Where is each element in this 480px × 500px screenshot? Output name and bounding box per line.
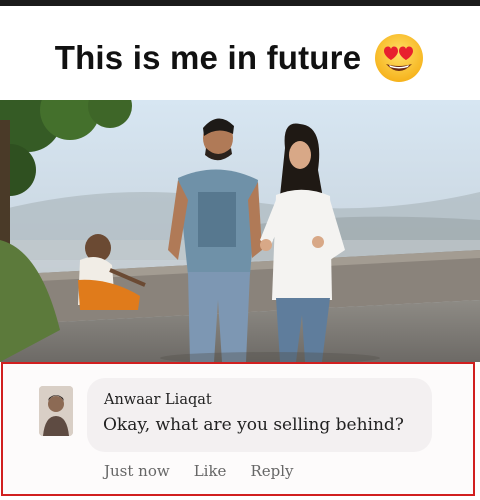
comment-timestamp: Just now bbox=[104, 462, 170, 480]
like-button[interactable]: Like bbox=[194, 462, 227, 480]
post-caption-row: This is me in future bbox=[0, 30, 480, 86]
comment-card: Anwaar Liaqat Okay, what are you selling… bbox=[1, 362, 475, 496]
post-photo[interactable] bbox=[0, 100, 480, 362]
comment-text: Okay, what are you selling behind? bbox=[103, 415, 404, 435]
top-bar bbox=[0, 0, 480, 6]
avatar[interactable] bbox=[39, 386, 73, 436]
comment-author[interactable]: Anwaar Liaqat bbox=[104, 392, 212, 408]
reply-button[interactable]: Reply bbox=[250, 462, 293, 480]
post-caption: This is me in future bbox=[54, 39, 362, 76]
user-avatar-image bbox=[39, 386, 73, 436]
comment-bubble: Anwaar Liaqat Okay, what are you selling… bbox=[87, 378, 432, 452]
comment-actions: Just now Like Reply bbox=[104, 462, 293, 480]
heart-eyes-emoji-icon bbox=[375, 34, 424, 82]
couple-walking-photo bbox=[0, 100, 480, 362]
